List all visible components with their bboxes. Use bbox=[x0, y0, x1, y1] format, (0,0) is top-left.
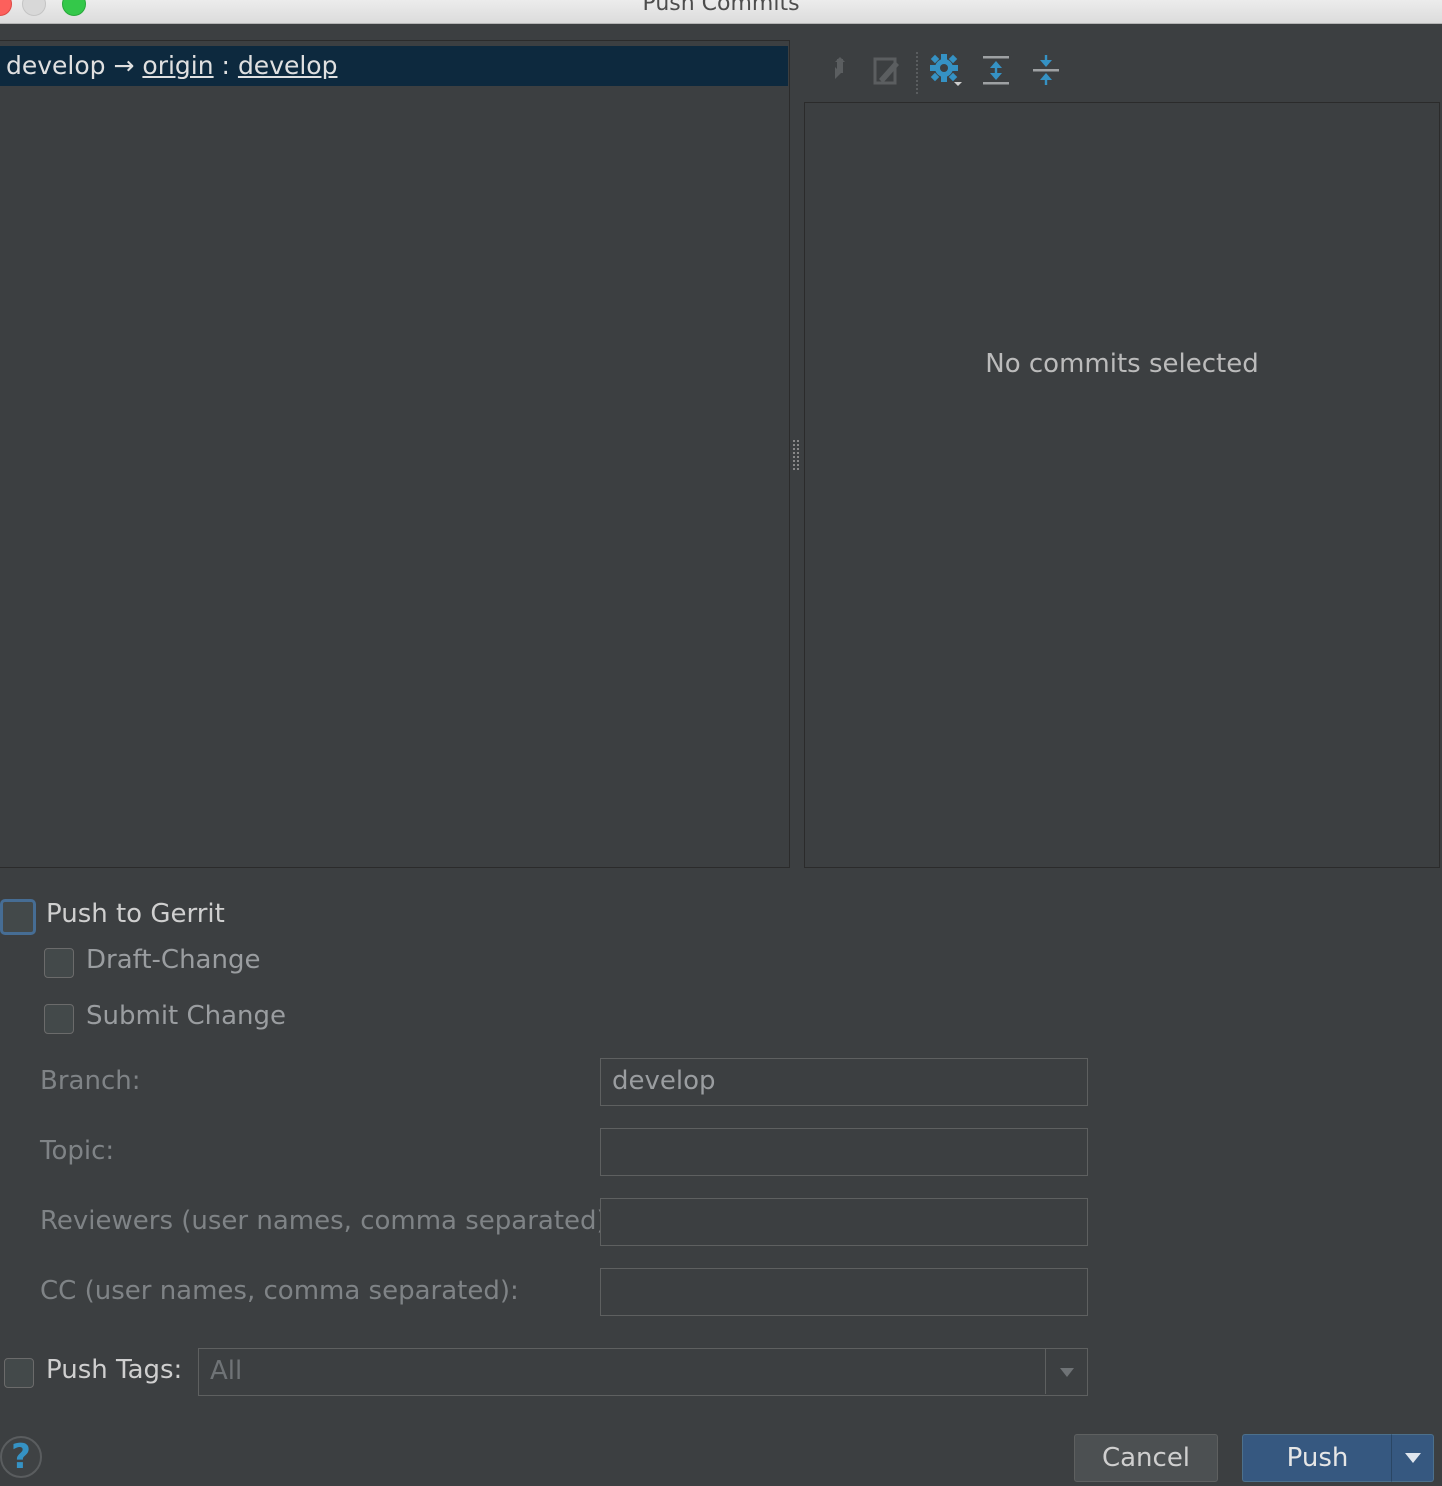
push-tree-panel[interactable]: develop → origin : develop bbox=[0, 40, 790, 868]
branch-separator: : bbox=[221, 51, 230, 80]
push-to-gerrit-label[interactable]: Push to Gerrit bbox=[46, 899, 225, 929]
topic-input[interactable] bbox=[600, 1128, 1088, 1176]
edit-source-icon[interactable] bbox=[864, 48, 908, 92]
arrow-icon: → bbox=[113, 51, 135, 80]
push-options-dropdown[interactable] bbox=[1391, 1434, 1434, 1482]
target-branch-link[interactable]: develop bbox=[238, 51, 338, 80]
toolbar-separator bbox=[916, 52, 918, 94]
cc-input[interactable] bbox=[600, 1268, 1088, 1316]
draft-change-checkbox[interactable] bbox=[44, 948, 74, 978]
topic-field-label: Topic: bbox=[40, 1136, 115, 1166]
branch-field-label: Branch: bbox=[40, 1066, 141, 1096]
push-button[interactable]: Push bbox=[1242, 1434, 1392, 1482]
panel-splitter-handle[interactable] bbox=[793, 440, 799, 470]
title-bar: Push Commits bbox=[0, 0, 1442, 24]
remote-link[interactable]: origin bbox=[142, 51, 213, 80]
gear-icon[interactable] bbox=[924, 48, 968, 92]
commit-details-panel: No commits selected bbox=[804, 102, 1440, 868]
push-tags-select[interactable]: All bbox=[198, 1348, 1088, 1396]
push-tags-selected-value: All bbox=[210, 1356, 243, 1386]
cancel-button[interactable]: Cancel bbox=[1074, 1434, 1218, 1482]
submit-change-checkbox[interactable] bbox=[44, 1004, 74, 1034]
collapse-all-icon[interactable] bbox=[1024, 48, 1068, 92]
branch-input[interactable]: develop bbox=[600, 1058, 1088, 1106]
draft-change-label[interactable]: Draft-Change bbox=[86, 945, 260, 975]
no-commits-message: No commits selected bbox=[985, 349, 1259, 379]
branch-row[interactable]: develop → origin : develop bbox=[0, 46, 788, 86]
push-tags-label[interactable]: Push Tags: bbox=[46, 1355, 182, 1385]
push-to-gerrit-checkbox[interactable] bbox=[0, 899, 36, 935]
chevron-down-icon[interactable] bbox=[1045, 1349, 1087, 1394]
reviewers-input[interactable] bbox=[600, 1198, 1088, 1246]
expand-all-icon[interactable] bbox=[974, 48, 1018, 92]
details-toolbar bbox=[808, 48, 1428, 94]
window-title: Push Commits bbox=[642, 0, 800, 16]
reviewers-field-label: Reviewers (user names, comma separated): bbox=[40, 1206, 616, 1236]
chevron-down-icon bbox=[1404, 1453, 1421, 1463]
submit-change-label[interactable]: Submit Change bbox=[86, 1001, 286, 1031]
local-branch: develop bbox=[6, 51, 106, 80]
push-tags-checkbox[interactable] bbox=[4, 1358, 34, 1388]
help-button[interactable]: ? bbox=[0, 1436, 42, 1478]
merge-arrow-icon[interactable] bbox=[812, 48, 856, 92]
cc-field-label: CC (user names, comma separated): bbox=[40, 1276, 519, 1306]
